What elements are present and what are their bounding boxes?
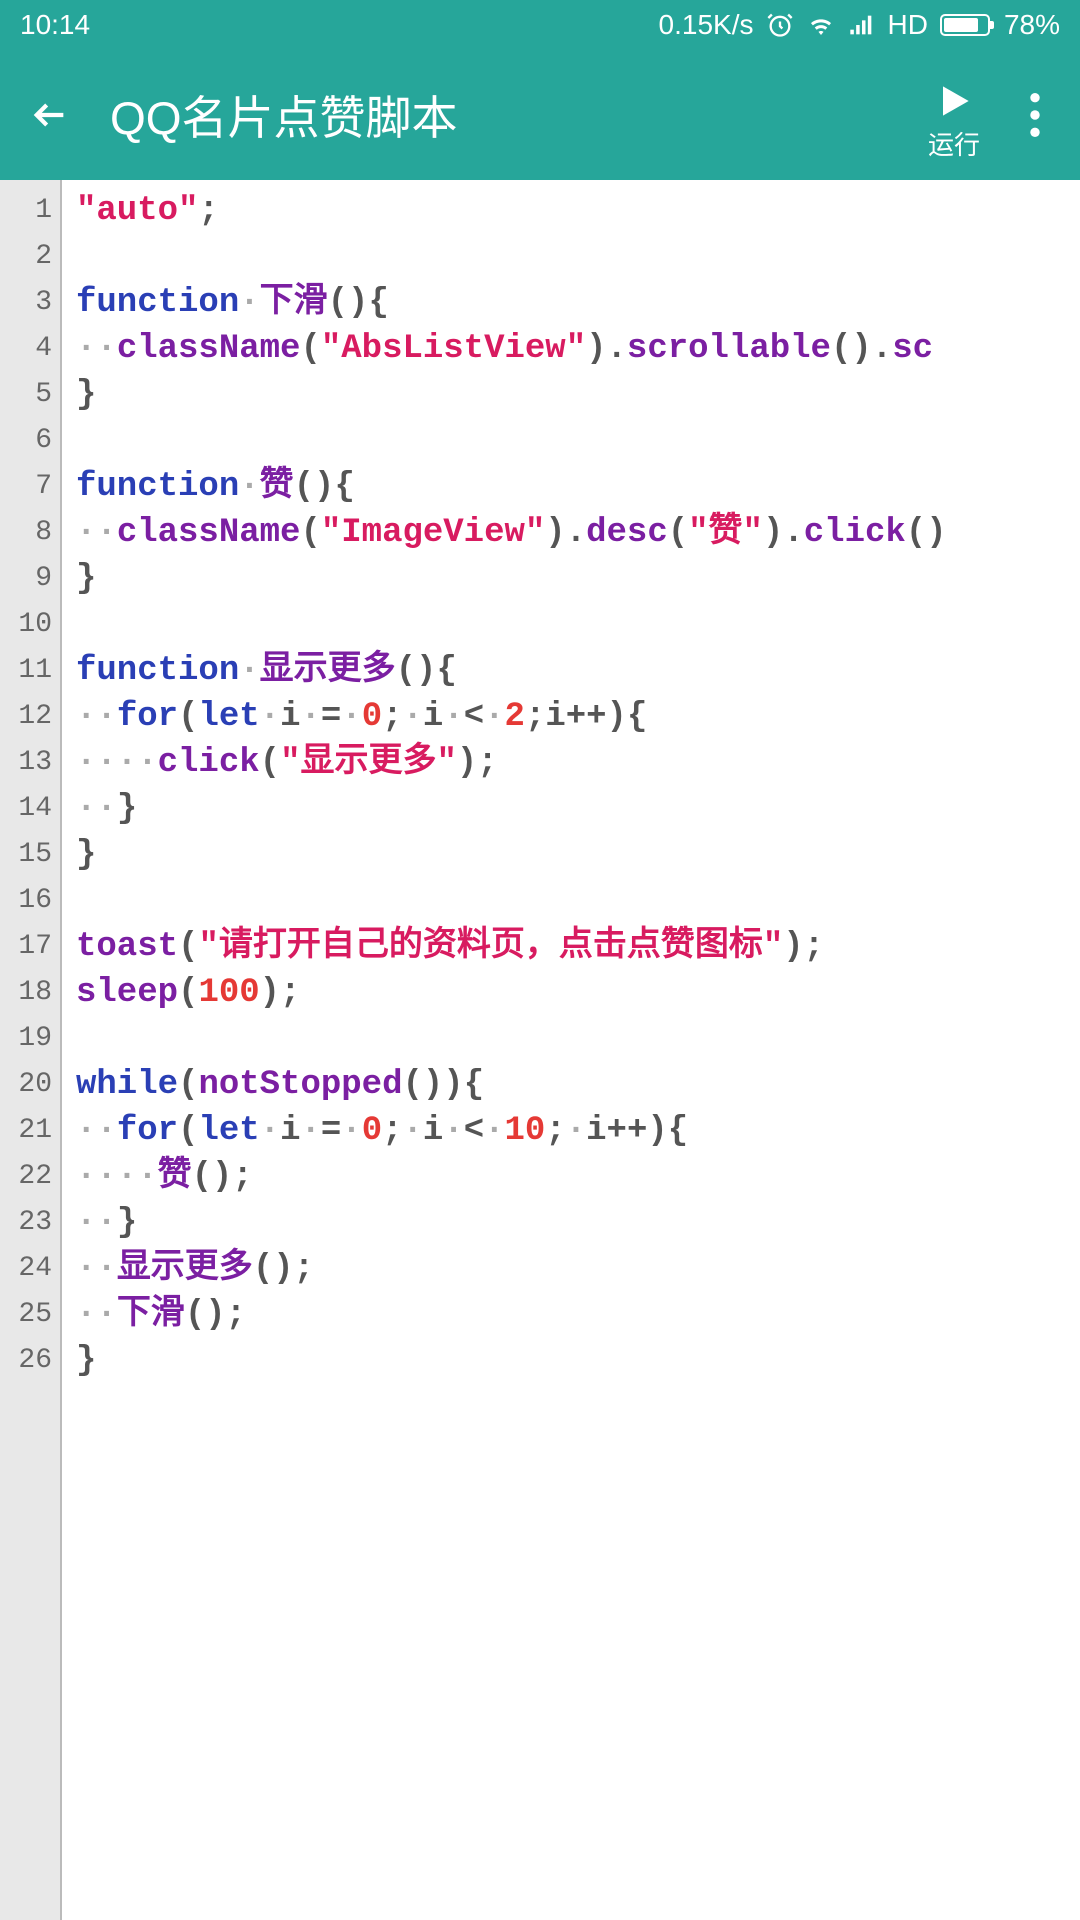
line-number: 3 — [0, 280, 52, 326]
code-line[interactable]: sleep(100); — [76, 970, 1080, 1016]
status-bar: 10:14 0.15K/s HD 78% — [0, 0, 1080, 50]
line-number: 19 — [0, 1016, 52, 1062]
code-line[interactable]: ··下滑(); — [76, 1292, 1080, 1338]
line-number: 12 — [0, 694, 52, 740]
code-line[interactable]: ··className("ImageView").desc("赞").click… — [76, 510, 1080, 556]
line-gutter: 1234567891011121314151617181920212223242… — [0, 180, 62, 1920]
code-line[interactable]: ··for(let·i·=·0;·i·<·2;i++){ — [76, 694, 1080, 740]
code-line[interactable] — [76, 418, 1080, 464]
line-number: 24 — [0, 1246, 52, 1292]
status-right: 0.15K/s HD 78% — [659, 9, 1060, 41]
line-number: 25 — [0, 1292, 52, 1338]
code-line[interactable]: } — [76, 1338, 1080, 1384]
code-content[interactable]: "auto"; function·下滑(){··className("AbsLi… — [62, 180, 1080, 1920]
line-number: 21 — [0, 1108, 52, 1154]
line-number: 18 — [0, 970, 52, 1016]
code-line[interactable]: ··className("AbsListView").scrollable().… — [76, 326, 1080, 372]
line-number: 9 — [0, 556, 52, 602]
code-line[interactable] — [76, 878, 1080, 924]
line-number: 4 — [0, 326, 52, 372]
status-time: 10:14 — [20, 9, 90, 41]
code-line[interactable]: function·赞(){ — [76, 464, 1080, 510]
line-number: 1 — [0, 188, 52, 234]
line-number: 13 — [0, 740, 52, 786]
code-line[interactable]: "auto"; — [76, 188, 1080, 234]
app-bar: QQ名片点赞脚本 运行 — [0, 50, 1080, 180]
line-number: 14 — [0, 786, 52, 832]
signal-icon — [848, 11, 876, 39]
code-line[interactable]: } — [76, 372, 1080, 418]
back-button[interactable] — [20, 85, 80, 145]
line-number: 10 — [0, 602, 52, 648]
run-label: 运行 — [928, 125, 980, 162]
line-number: 11 — [0, 648, 52, 694]
code-line[interactable] — [76, 1016, 1080, 1062]
line-number: 22 — [0, 1154, 52, 1200]
wifi-icon — [806, 10, 836, 40]
line-number: 20 — [0, 1062, 52, 1108]
line-number: 2 — [0, 234, 52, 280]
code-line[interactable]: ··for(let·i·=·0;·i·<·10;·i++){ — [76, 1108, 1080, 1154]
page-title: QQ名片点赞脚本 — [110, 82, 928, 148]
more-menu-button[interactable] — [1010, 93, 1060, 137]
code-line[interactable]: function·下滑(){ — [76, 280, 1080, 326]
line-number: 26 — [0, 1338, 52, 1384]
code-line[interactable]: function·显示更多(){ — [76, 648, 1080, 694]
line-number: 8 — [0, 510, 52, 556]
line-number: 5 — [0, 372, 52, 418]
line-number: 23 — [0, 1200, 52, 1246]
code-line[interactable]: ····赞(); — [76, 1154, 1080, 1200]
code-line[interactable]: ··} — [76, 1200, 1080, 1246]
code-line[interactable]: } — [76, 832, 1080, 878]
line-number: 7 — [0, 464, 52, 510]
code-line[interactable]: } — [76, 556, 1080, 602]
code-line[interactable] — [76, 602, 1080, 648]
hd-label: HD — [888, 9, 928, 41]
code-line[interactable]: while(notStopped()){ — [76, 1062, 1080, 1108]
line-number: 15 — [0, 832, 52, 878]
battery-percent: 78% — [1004, 9, 1060, 41]
code-editor[interactable]: 1234567891011121314151617181920212223242… — [0, 180, 1080, 1920]
network-speed: 0.15K/s — [659, 9, 754, 41]
code-line[interactable]: ··显示更多(); — [76, 1246, 1080, 1292]
code-line[interactable] — [76, 234, 1080, 280]
line-number: 17 — [0, 924, 52, 970]
code-line[interactable]: ····click("显示更多"); — [76, 740, 1080, 786]
battery-icon — [940, 14, 990, 36]
line-number: 16 — [0, 878, 52, 924]
line-number: 6 — [0, 418, 52, 464]
code-line[interactable]: toast("请打开自己的资料页，点击点赞图标"); — [76, 924, 1080, 970]
run-button[interactable]: 运行 — [928, 69, 980, 162]
code-line[interactable]: ··} — [76, 786, 1080, 832]
alarm-icon — [766, 11, 794, 39]
